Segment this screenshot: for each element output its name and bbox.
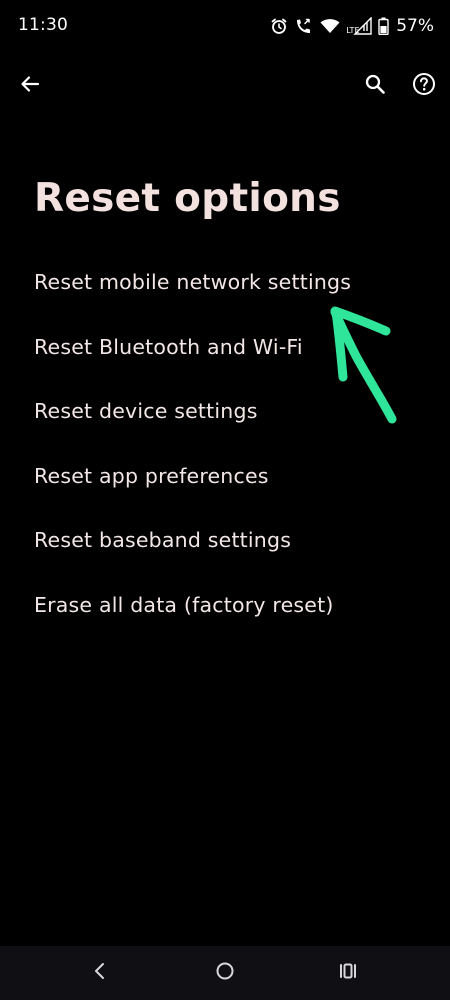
search-button[interactable] [355, 66, 395, 106]
option-erase-all-data[interactable]: Erase all data (factory reset) [0, 573, 450, 638]
nav-home-icon [215, 961, 235, 985]
status-bar: 11:30 LTE 57% [0, 0, 450, 52]
status-time: 11:30 [18, 15, 68, 35]
status-icons: LTE 57% [270, 14, 434, 38]
back-arrow-icon [19, 73, 41, 99]
lte-label: LTE [346, 26, 360, 35]
nav-home-button[interactable] [203, 953, 247, 993]
battery-percent: 57% [396, 16, 434, 36]
app-bar [0, 58, 450, 112]
help-button[interactable] [404, 66, 444, 106]
back-button[interactable] [10, 66, 50, 106]
page-title: Reset options [34, 176, 341, 221]
nav-back-icon [92, 962, 108, 984]
option-reset-baseband-settings[interactable]: Reset baseband settings [0, 508, 450, 573]
wifi-calling-icon [294, 17, 314, 35]
nav-recents-button[interactable] [326, 953, 370, 993]
option-reset-bluetooth-wifi[interactable]: Reset Bluetooth and Wi-Fi [0, 315, 450, 380]
nav-recents-icon [338, 962, 358, 984]
help-icon [412, 72, 436, 100]
option-reset-device-settings[interactable]: Reset device settings [0, 379, 450, 444]
alarm-icon [270, 17, 288, 35]
cellular-signal-icon: LTE [346, 17, 372, 35]
wifi-icon [320, 18, 340, 34]
option-reset-mobile-network[interactable]: Reset mobile network settings [0, 250, 450, 315]
navigation-bar [0, 946, 450, 1000]
option-reset-app-preferences[interactable]: Reset app preferences [0, 444, 450, 509]
nav-back-button[interactable] [78, 953, 122, 993]
reset-options-list: Reset mobile network settings Reset Blue… [0, 250, 450, 637]
battery-icon [378, 17, 389, 35]
search-icon [364, 73, 386, 99]
